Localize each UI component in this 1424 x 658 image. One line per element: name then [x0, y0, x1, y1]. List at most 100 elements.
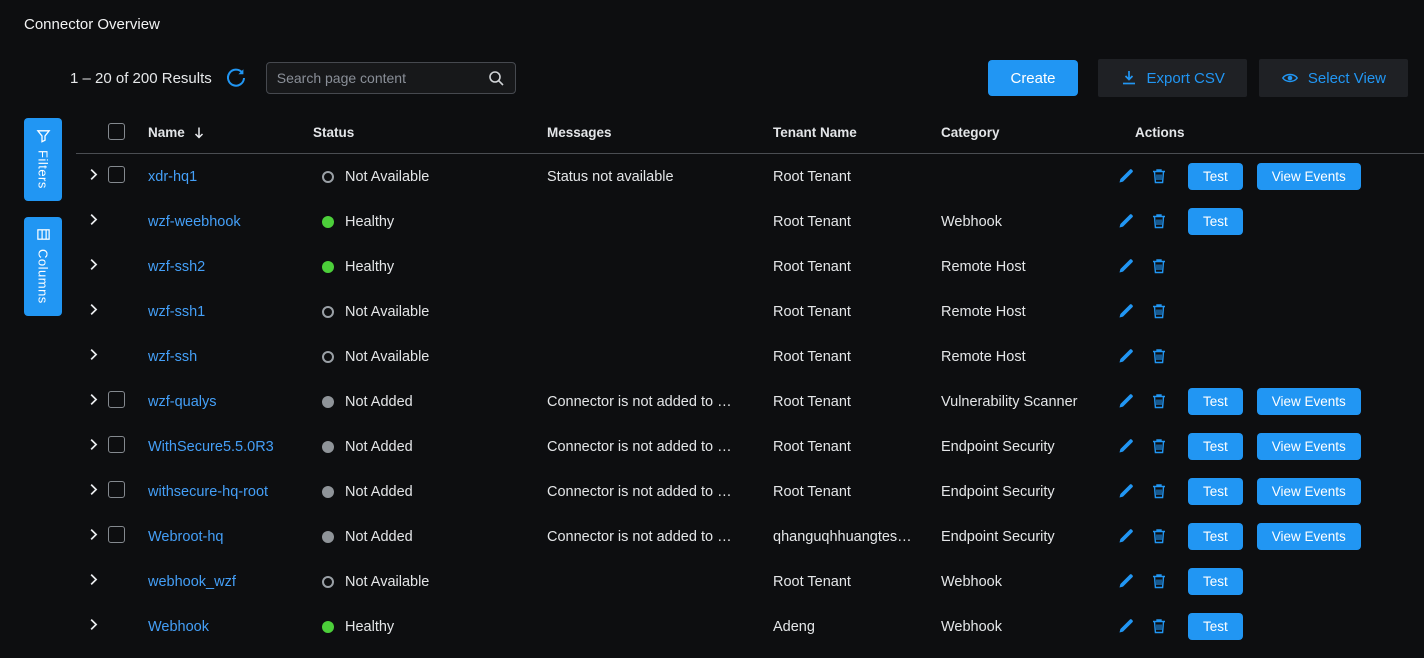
filters-tab[interactable]: Filters [24, 118, 62, 201]
view-events-button[interactable]: View Events [1257, 478, 1361, 505]
search-box[interactable] [266, 62, 516, 94]
row-checkbox[interactable] [108, 436, 125, 453]
connector-name-link[interactable]: withsecure-hq-root [148, 484, 268, 500]
column-header-name[interactable]: Name [148, 125, 185, 140]
test-button[interactable]: Test [1188, 613, 1243, 640]
message-text: Status not available [547, 169, 773, 185]
row-checkbox[interactable] [108, 481, 125, 498]
search-input[interactable] [277, 70, 487, 86]
delete-icon[interactable] [1150, 437, 1169, 456]
status-label: Not Available [345, 169, 429, 185]
delete-icon[interactable] [1150, 167, 1169, 186]
expand-chevron-icon[interactable] [86, 347, 101, 362]
export-csv-button[interactable]: Export CSV [1098, 59, 1247, 97]
delete-icon[interactable] [1150, 482, 1169, 501]
status-icon [322, 216, 334, 228]
columns-tab[interactable]: Columns [24, 217, 62, 316]
edit-icon[interactable] [1117, 527, 1136, 546]
status-icon [322, 396, 334, 408]
expand-chevron-icon[interactable] [86, 482, 101, 497]
edit-icon[interactable] [1117, 482, 1136, 501]
test-button[interactable]: Test [1188, 523, 1243, 550]
tenant-name: Root Tenant [773, 574, 941, 590]
row-checkbox[interactable] [108, 526, 125, 543]
expand-chevron-icon[interactable] [86, 392, 101, 407]
delete-icon[interactable] [1150, 572, 1169, 591]
connector-name-link[interactable]: wzf-ssh1 [148, 304, 205, 320]
connector-name-link[interactable]: xdr-hq1 [148, 169, 197, 185]
delete-icon[interactable] [1150, 302, 1169, 321]
test-button[interactable]: Test [1188, 433, 1243, 460]
tenant-name: Root Tenant [773, 169, 941, 185]
side-tabs: Filters Columns [24, 118, 62, 332]
row-checkbox[interactable] [108, 391, 125, 408]
expand-chevron-icon[interactable] [86, 167, 101, 182]
view-events-button[interactable]: View Events [1257, 163, 1361, 190]
expand-chevron-icon[interactable] [86, 257, 101, 272]
connector-name-link[interactable]: WithSecure5.5.0R3 [148, 439, 274, 455]
delete-icon[interactable] [1150, 617, 1169, 636]
export-csv-label: Export CSV [1147, 70, 1225, 87]
test-button[interactable]: Test [1188, 568, 1243, 595]
edit-icon[interactable] [1117, 572, 1136, 591]
category-text: Vulnerability Scanner [941, 394, 1117, 410]
edit-icon[interactable] [1117, 302, 1136, 321]
edit-icon[interactable] [1117, 167, 1136, 186]
connector-name-link[interactable]: Webhook [148, 619, 209, 635]
table-row: webhook_wzf Not Available Root Tenant We… [76, 559, 1424, 604]
edit-icon[interactable] [1117, 212, 1136, 231]
test-button[interactable]: Test [1188, 163, 1243, 190]
row-checkbox[interactable] [108, 166, 125, 183]
edit-icon[interactable] [1117, 392, 1136, 411]
select-view-button[interactable]: Select View [1259, 59, 1408, 97]
columns-icon [36, 227, 51, 242]
expand-chevron-icon[interactable] [86, 437, 101, 452]
tenant-name: Root Tenant [773, 259, 941, 275]
connector-name-link[interactable]: wzf-ssh2 [148, 259, 205, 275]
view-events-button[interactable]: View Events [1257, 388, 1361, 415]
table-row: Webhook Healthy Adeng Webhook Test [76, 604, 1424, 649]
status-icon [322, 531, 334, 543]
connector-name-link[interactable]: wzf-ssh [148, 349, 197, 365]
edit-icon[interactable] [1117, 257, 1136, 276]
delete-icon[interactable] [1150, 257, 1169, 276]
connector-name-link[interactable]: Webroot-hq [148, 529, 224, 545]
edit-icon[interactable] [1117, 617, 1136, 636]
delete-icon[interactable] [1150, 392, 1169, 411]
delete-icon[interactable] [1150, 347, 1169, 366]
select-all-checkbox[interactable] [108, 123, 125, 140]
sort-desc-icon[interactable] [192, 126, 206, 140]
status-label: Not Added [345, 439, 413, 455]
delete-icon[interactable] [1150, 527, 1169, 546]
test-button[interactable]: Test [1188, 478, 1243, 505]
expand-chevron-icon[interactable] [86, 527, 101, 542]
connector-name-link[interactable]: wzf-weebhook [148, 214, 241, 230]
table-row: wzf-qualys Not Added Connector is not ad… [76, 379, 1424, 424]
delete-icon[interactable] [1150, 212, 1169, 231]
table-header: Name Status Messages Tenant Name Categor… [76, 112, 1424, 154]
expand-chevron-icon[interactable] [86, 302, 101, 317]
message-text: Connector is not added to … [547, 439, 773, 455]
create-button[interactable]: Create [988, 60, 1077, 96]
test-button[interactable]: Test [1188, 208, 1243, 235]
expand-chevron-icon[interactable] [86, 212, 101, 227]
connector-name-link[interactable]: webhook_wzf [148, 574, 236, 590]
toolbar: 1 – 20 of 200 Results Create Export CSV … [70, 58, 1414, 98]
table-row: wzf-weebhook Healthy Root Tenant Webhook… [76, 199, 1424, 244]
column-header-actions: Actions [1117, 125, 1424, 140]
column-header-messages: Messages [547, 125, 773, 140]
view-events-button[interactable]: View Events [1257, 433, 1361, 460]
search-icon[interactable] [487, 69, 505, 87]
tenant-name: Root Tenant [773, 439, 941, 455]
refresh-icon[interactable] [226, 68, 246, 88]
edit-icon[interactable] [1117, 437, 1136, 456]
page-title: Connector Overview [24, 16, 160, 33]
tenant-name: Root Tenant [773, 214, 941, 230]
connector-name-link[interactable]: wzf-qualys [148, 394, 217, 410]
expand-chevron-icon[interactable] [86, 572, 101, 587]
view-events-button[interactable]: View Events [1257, 523, 1361, 550]
test-button[interactable]: Test [1188, 388, 1243, 415]
edit-icon[interactable] [1117, 347, 1136, 366]
expand-chevron-icon[interactable] [86, 617, 101, 632]
results-count: 1 – 20 of 200 Results [70, 70, 212, 87]
